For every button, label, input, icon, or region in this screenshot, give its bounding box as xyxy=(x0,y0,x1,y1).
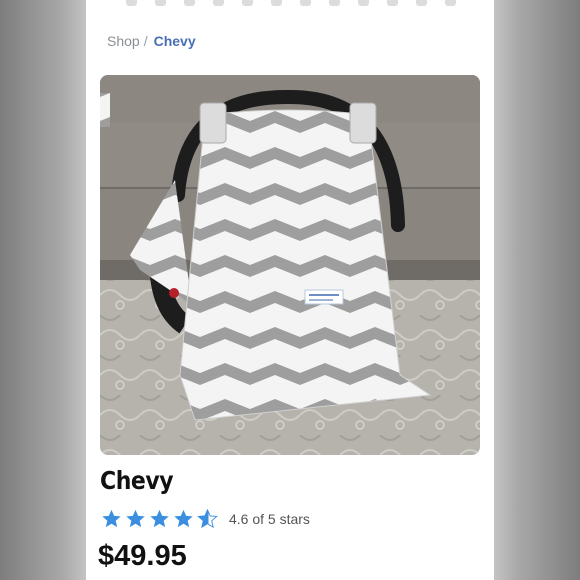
rating-stars xyxy=(100,508,219,530)
product-photo-svg xyxy=(100,75,480,455)
product-title: Chevy xyxy=(100,466,174,495)
breadcrumb-shop-link[interactable]: Shop xyxy=(107,33,140,49)
product-card: Shop / Chevy Chevy 4.6 of 5 stars $49.95 xyxy=(86,0,494,580)
star-half-icon xyxy=(197,508,218,529)
product-rating: 4.6 of 5 stars xyxy=(100,508,310,530)
product-image[interactable] xyxy=(100,75,480,455)
breadcrumb-current-link[interactable]: Chevy xyxy=(154,33,196,49)
star-icon xyxy=(126,509,145,528)
breadcrumb-separator: / xyxy=(143,33,148,49)
rating-text: 4.6 of 5 stars xyxy=(229,511,310,527)
star-icon xyxy=(150,509,169,528)
breadcrumb: Shop / Chevy xyxy=(107,33,196,49)
product-price: $49.95 xyxy=(98,540,187,572)
star-icon xyxy=(174,509,193,528)
star-icon xyxy=(102,509,121,528)
background-right xyxy=(490,0,580,580)
cropped-header-strip xyxy=(126,0,456,8)
background-left xyxy=(0,0,90,580)
